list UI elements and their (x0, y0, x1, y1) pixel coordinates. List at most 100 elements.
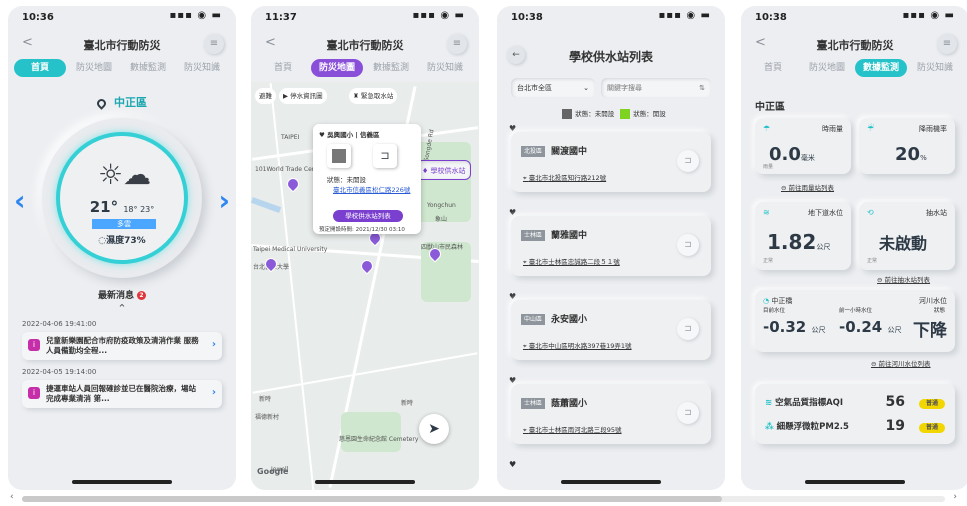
filter-chip[interactable]: 避難 (255, 88, 276, 104)
status-bar: 10:36 ▪▪▪ ◉ ▬ (8, 6, 236, 28)
rainfall-number: 0.0 (769, 144, 801, 165)
popup-updated: 預定開設時間: 2021/12/30 03:10 (319, 227, 405, 233)
open-legend-swatch (620, 109, 631, 119)
signal-icon: ▪▪▪ ◉ ▬ (169, 10, 222, 21)
station-popup: ♥ 吳興國小 | 信義區 ⊐ 狀態：未開設 臺北市信義區松仁路226號 學校供水… (313, 124, 421, 234)
news-item[interactable]: i 兒童新樂園配合市府防疫政策及清消作業 服務人員備勤均全程... › (22, 332, 222, 360)
news-date: 2022-04-06 19:41:00 (22, 320, 97, 328)
district-select-value: 台北市全區 (517, 84, 552, 92)
app-header: < 臺北市行動防災 ≡ (8, 32, 236, 56)
tab-knowledge[interactable]: 防災知識 (909, 59, 961, 77)
app-header: < 臺北市行動防災 ≡ (741, 32, 967, 56)
news-item[interactable]: i 捷運車站人員回報確診並已在醫院治療，場站完成專業清消 第... › (22, 380, 222, 408)
closed-status-icon (332, 149, 346, 163)
school-address[interactable]: ⌖ 臺北市士林區雨河北路三段95號 (523, 424, 622, 435)
rain-station-link-text: 前往雨量站列表 (788, 184, 835, 192)
district-tag: 士林區 (521, 230, 546, 241)
district-tag: 北投區 (521, 146, 546, 157)
menu-icon[interactable]: ≡ (204, 34, 224, 54)
school-address[interactable]: ⌖ 臺北市北投區知行路212號 (523, 172, 606, 183)
list-item[interactable]: 北投區 關渡國中 ⌖ 臺北市北投區知行路212號 ⊐ (511, 132, 711, 192)
list-item[interactable]: 士林區 蔭蕭國小 ⌖ 臺北市士林區雨河北路三段95號 ⊐ (511, 384, 711, 444)
humidity: ◌濕度73% (98, 236, 146, 246)
filter-chip-selected[interactable]: ♦ 學校供水站 (415, 160, 471, 180)
horizontal-scrollbar[interactable]: ‹ › (10, 492, 957, 504)
air-icon: ≋ (765, 398, 773, 408)
district-tag: 中山區 (521, 314, 546, 325)
google-logo: Google (257, 467, 289, 476)
tab-map[interactable]: 防災地圖 (311, 59, 363, 77)
home-indicator (561, 480, 661, 484)
phone-monitor-screen: 10:38 ▪▪▪ ◉ ▬ < 臺北市行動防災 ≡ 首頁 防災地圖 數據監測 防… (741, 6, 967, 490)
tab-map[interactable]: 防災地圖 (801, 59, 853, 77)
filter-chip[interactable]: ♜ 緊急取水站 (349, 88, 398, 104)
temperature: 21° 18° 23° (72, 198, 172, 216)
pump-sub: 正常 (867, 258, 878, 264)
tab-monitor[interactable]: 數據監測 (855, 59, 907, 77)
tab-knowledge[interactable]: 防災知識 (176, 59, 228, 77)
pump-icon: ⟲ (867, 208, 874, 217)
rain-station-link[interactable]: ⊖ 前往雨量站列表 (781, 182, 834, 192)
weather-dial: ☼☁ 21° 18° 23° 多雲 ◌濕度73% (42, 118, 202, 278)
aqi-label: 空氣品質指標AQI (775, 398, 844, 408)
popup-address[interactable]: 臺北市信義區松仁路226號 (333, 186, 415, 194)
pm25-badge: 普通 (919, 423, 945, 433)
school-address[interactable]: ⌖ 臺北市中山區明水路397巷19弄1號 (523, 340, 632, 351)
tab-knowledge[interactable]: 防災知識 (419, 59, 471, 77)
status-bar: 10:38 ▪▪▪ ◉ ▬ (741, 6, 967, 28)
heart-icon[interactable]: ♥ (509, 460, 516, 469)
search-placeholder: 關鍵字搜尋 (607, 84, 642, 92)
list-item[interactable]: 中山區 永安國小 ⌖ 臺北市中山區明水路397巷19弄1號 ⊐ (511, 300, 711, 360)
station-list-button[interactable]: 學校供水站列表 (333, 210, 403, 222)
search-input[interactable]: 關鍵字搜尋 ⇅ (601, 78, 711, 98)
app-title: 臺北市行動防災 (83, 39, 161, 52)
district-select[interactable]: 台北市全區 ⌄ (511, 78, 595, 98)
pm25-row: ⁂ 細懸浮微粒PM2.5 19 普通 (765, 418, 945, 436)
location-pin-icon (95, 96, 108, 110)
rainfall-label: 時雨量 (822, 125, 843, 133)
river-station: ◔ 中正橋 (763, 296, 792, 306)
chevron-up-icon[interactable]: ⌃ (8, 302, 236, 315)
probability-unit: % (920, 154, 927, 162)
school-address-text: 臺北市士林區忠誠路二段５１號 (528, 258, 620, 266)
aqi-row: ≋ 空氣品質指標AQI 56 普通 (765, 394, 945, 412)
water-station-marker[interactable] (358, 257, 376, 275)
tab-monitor[interactable]: 數據監測 (122, 59, 174, 77)
map-label: 慈恩園生命紀念館 Cemetery (339, 436, 419, 443)
status-bar: 11:37 ▪▪▪ ◉ ▬ (251, 6, 479, 28)
water-station-marker[interactable] (284, 175, 302, 193)
scroll-left-icon[interactable]: ‹ (10, 492, 14, 502)
menu-icon[interactable]: ≡ (937, 34, 957, 54)
list-item[interactable]: 士林區 蘭雅國中 ⌖ 臺北市士林區忠誠路二段５１號 ⊐ (511, 216, 711, 276)
pump-station-link-text: 前往抽水站列表 (884, 276, 931, 284)
river-cur-label: 目前水位 (763, 308, 786, 314)
underpass-value: 1.82公尺 (767, 230, 830, 254)
navigate-icon[interactable]: ➤ (419, 414, 449, 444)
school-address[interactable]: ⌖ 臺北市士林區忠誠路二段５１號 (523, 256, 620, 267)
river-level-card: ◔ 中正橋 河川水位 目前水位 前一小時水位 狀態 -0.32 公尺 -0.24… (755, 290, 955, 352)
tab-monitor[interactable]: 數據監測 (365, 59, 417, 77)
pump-label: 抽水站 (926, 209, 947, 217)
tab-map[interactable]: 防災地圖 (68, 59, 120, 77)
rainfall-value: 0.0毫米 (769, 144, 815, 165)
map-label: 象山 (435, 216, 448, 223)
tab-home[interactable]: 首頁 (14, 59, 66, 77)
map-label: 新時 (401, 400, 414, 407)
tab-home[interactable]: 首頁 (257, 59, 309, 77)
district-selector[interactable]: 中正區 (8, 94, 236, 110)
menu-icon[interactable]: ≡ (447, 34, 467, 54)
tab-home[interactable]: 首頁 (747, 59, 799, 77)
next-district-button[interactable]: › (218, 184, 230, 217)
filter-chip[interactable]: ▶ 停水資訊圖 (279, 88, 327, 104)
popup-status-value: 未開設 (346, 176, 367, 184)
river-level-link[interactable]: ⊖ 前往河川水位列表 (871, 358, 931, 368)
app-title: 臺北市行動防災 (326, 39, 404, 52)
prev-district-button[interactable]: ‹ (14, 184, 26, 217)
pump-station-link[interactable]: ⊖ 前往抽水站列表 (877, 274, 930, 284)
underpass-card: ≋ 地下道水位 1.82公尺 正常 (755, 202, 851, 270)
scroll-thumb[interactable] (22, 496, 722, 502)
info-icon: i (28, 339, 40, 351)
scroll-right-icon[interactable]: › (953, 492, 957, 502)
tap-icon: ⊐ (677, 234, 699, 256)
news-date: 2022-04-05 19:14:00 (22, 368, 97, 376)
